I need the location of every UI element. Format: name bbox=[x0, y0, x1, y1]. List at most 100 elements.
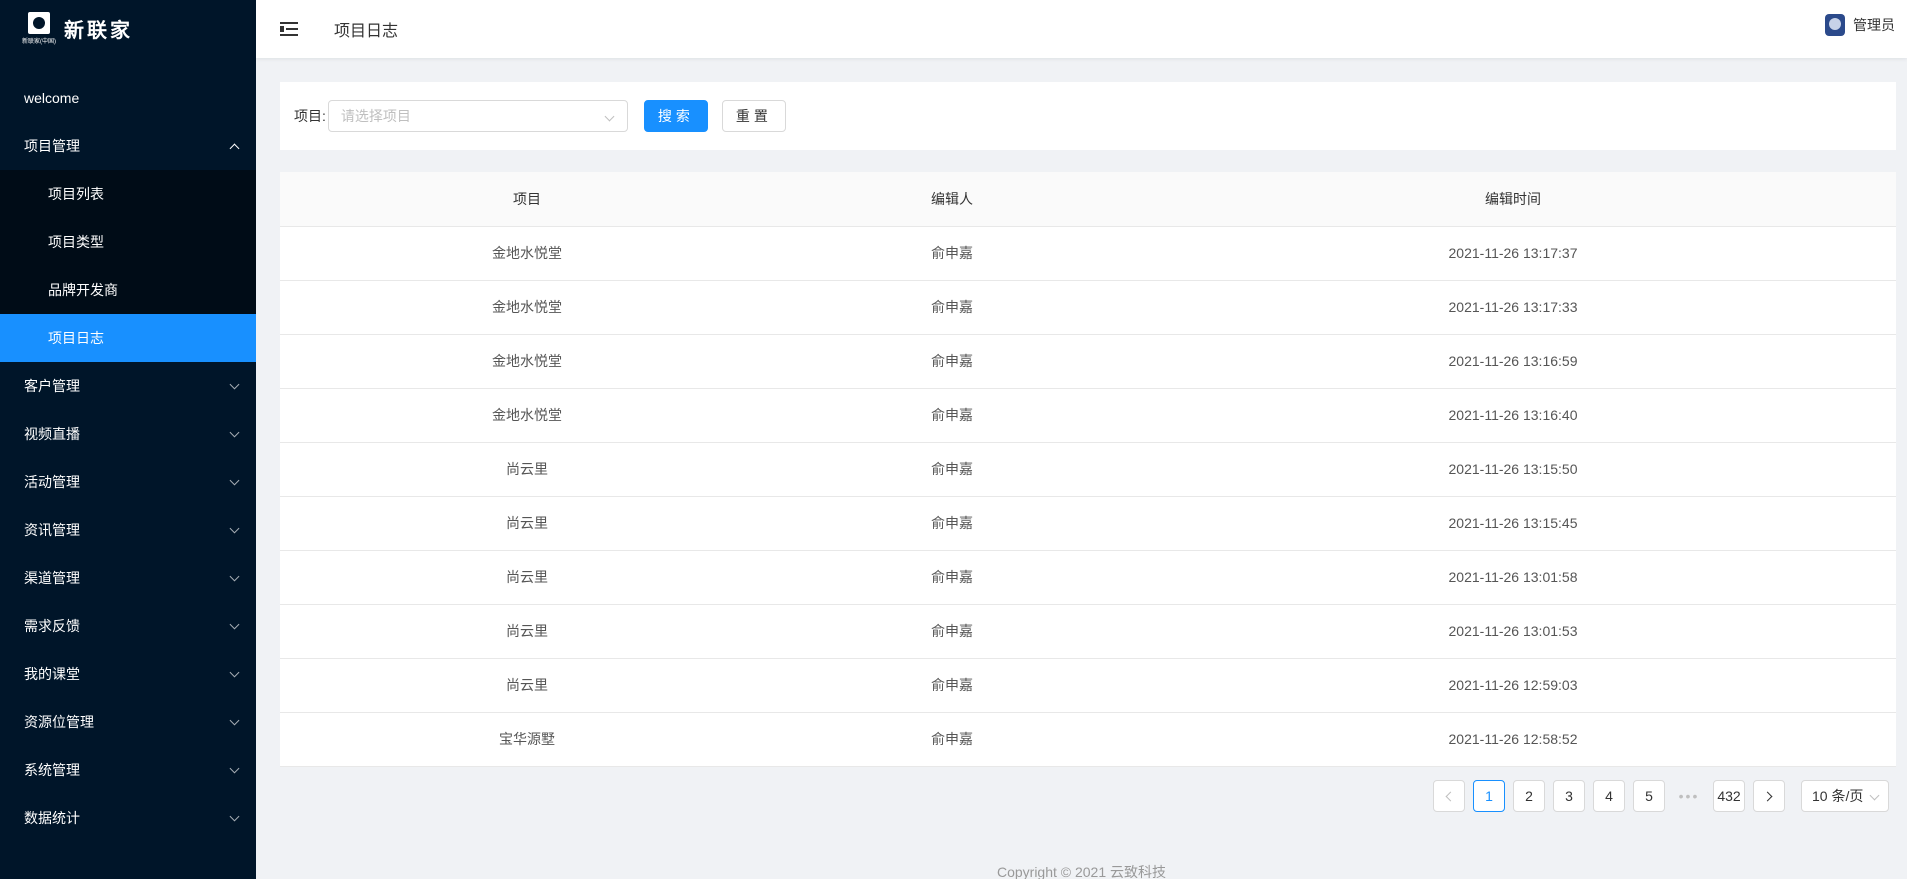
sidebar-item-3[interactable]: 视频直播 bbox=[0, 410, 256, 458]
cell-edit-time: 2021-11-26 13:15:50 bbox=[1130, 442, 1896, 497]
cell-project: 金地水悦堂 bbox=[280, 388, 774, 443]
chevron-down-icon bbox=[229, 811, 240, 821]
sidebar-item-label: 资源位管理 bbox=[24, 714, 94, 730]
next-page-button[interactable] bbox=[1753, 780, 1785, 812]
submenu-item-0[interactable]: 项目列表 bbox=[0, 170, 256, 218]
sidebar-item-2[interactable]: 客户管理 bbox=[0, 362, 256, 410]
cell-edit-time: 2021-11-26 13:01:53 bbox=[1130, 604, 1896, 659]
search-panel: 项目: 请选择项目 搜索 重置 bbox=[280, 82, 1896, 150]
sidebar-item-label: 资讯管理 bbox=[24, 522, 80, 538]
sidebar-item-label: 客户管理 bbox=[24, 378, 80, 394]
table-row: 宝华源墅 俞申嘉 2021-11-26 12:58:52 bbox=[280, 712, 1896, 767]
cell-project: 金地水悦堂 bbox=[280, 334, 774, 389]
cell-edit-time: 2021-11-26 13:16:59 bbox=[1130, 334, 1896, 389]
pagination: 1 2 3 4 5 ••• 432 10 条/页 bbox=[1425, 780, 1889, 812]
chevron-right-icon bbox=[1762, 791, 1773, 801]
submenu-item-label: 项目日志 bbox=[48, 330, 104, 346]
cell-project: 尚云里 bbox=[280, 442, 774, 497]
user-menu[interactable]: 管理员 bbox=[1825, 14, 1895, 36]
sidebar-item-7[interactable]: 需求反馈 bbox=[0, 602, 256, 650]
cell-editor: 俞申嘉 bbox=[774, 712, 1130, 767]
cell-edit-time: 2021-11-26 12:59:03 bbox=[1130, 658, 1896, 713]
column-header-editor: 编辑人 bbox=[774, 172, 1130, 227]
sidebar-item-0[interactable]: welcome bbox=[0, 74, 256, 122]
chevron-down-icon bbox=[229, 427, 240, 437]
sidebar-item-11[interactable]: 数据统计 bbox=[0, 794, 256, 842]
cell-project: 金地水悦堂 bbox=[280, 226, 774, 281]
chevron-down-icon bbox=[229, 571, 240, 581]
page-button-2[interactable]: 2 bbox=[1513, 780, 1545, 812]
prev-page-button[interactable] bbox=[1433, 780, 1465, 812]
cell-editor: 俞申嘉 bbox=[774, 226, 1130, 281]
sidebar-item-8[interactable]: 我的课堂 bbox=[0, 650, 256, 698]
cell-edit-time: 2021-11-26 13:01:58 bbox=[1130, 550, 1896, 605]
cell-editor: 俞申嘉 bbox=[774, 442, 1130, 497]
submenu-item-1[interactable]: 项目类型 bbox=[0, 218, 256, 266]
table-row: 金地水悦堂 俞申嘉 2021-11-26 13:17:37 bbox=[280, 226, 1896, 281]
chevron-left-icon bbox=[1445, 791, 1456, 801]
chevron-up-icon bbox=[229, 143, 240, 153]
search-button[interactable]: 搜索 bbox=[643, 100, 708, 132]
chevron-down-icon bbox=[229, 379, 240, 389]
page-button-5[interactable]: 5 bbox=[1633, 780, 1665, 812]
cell-project: 尚云里 bbox=[280, 658, 774, 713]
side-menu: welcome 项目管理项目列表项目类型品牌开发商项目日志客户管理视频直播活动管理… bbox=[0, 74, 256, 842]
sidebar-item-label: 数据统计 bbox=[24, 810, 80, 826]
chevron-down-icon bbox=[604, 111, 615, 122]
page-button-3[interactable]: 3 bbox=[1553, 780, 1585, 812]
sidebar-item-4[interactable]: 活动管理 bbox=[0, 458, 256, 506]
page-title: 项目日志 bbox=[334, 23, 399, 40]
cell-editor: 俞申嘉 bbox=[774, 496, 1130, 551]
submenu: 项目列表项目类型品牌开发商项目日志 bbox=[0, 170, 256, 362]
ellipsis-icon[interactable]: ••• bbox=[1673, 780, 1705, 812]
submenu-item-label: 项目类型 bbox=[48, 234, 104, 250]
sidebar-item-label: 活动管理 bbox=[24, 474, 80, 490]
sidebar-item-10[interactable]: 系统管理 bbox=[0, 746, 256, 794]
footer-copyright: Copyright © 2021 云致科技 bbox=[996, 864, 1167, 879]
table-row: 金地水悦堂 俞申嘉 2021-11-26 13:16:59 bbox=[280, 334, 1896, 389]
sidebar-item-label: 系统管理 bbox=[24, 762, 80, 778]
sidebar-item-9[interactable]: 资源位管理 bbox=[0, 698, 256, 746]
sidebar-item-label: 项目管理 bbox=[24, 138, 80, 154]
cell-editor: 俞申嘉 bbox=[774, 550, 1130, 605]
page-size-select[interactable]: 10 条/页 bbox=[1801, 780, 1889, 812]
cell-edit-time: 2021-11-26 13:15:45 bbox=[1130, 496, 1896, 551]
table-row: 金地水悦堂 俞申嘉 2021-11-26 13:17:33 bbox=[280, 280, 1896, 335]
sidebar-item-6[interactable]: 渠道管理 bbox=[0, 554, 256, 602]
table-row: 尚云里 俞申嘉 2021-11-26 13:15:50 bbox=[280, 442, 1896, 497]
sidebar-item-1[interactable]: 项目管理 bbox=[0, 122, 256, 170]
user-name: 管理员 bbox=[1853, 17, 1895, 33]
cell-editor: 俞申嘉 bbox=[774, 388, 1130, 443]
logo[interactable]: 新联家(中国) 新联家 bbox=[0, 0, 256, 56]
page-button-1[interactable]: 1 bbox=[1473, 780, 1505, 812]
menu-fold-icon[interactable] bbox=[280, 21, 300, 37]
chevron-down-icon bbox=[1869, 790, 1880, 801]
brand-sub: 新联家(中国) bbox=[22, 38, 56, 45]
chevron-down-icon bbox=[229, 619, 240, 629]
project-select[interactable]: 请选择项目 bbox=[327, 100, 628, 132]
page-button-last[interactable]: 432 bbox=[1713, 780, 1745, 812]
sidebar: 新联家(中国) 新联家 welcome 项目管理项目列表项目类型品牌开发商项目日志… bbox=[0, 0, 256, 879]
sidebar-item-label: 视频直播 bbox=[24, 426, 80, 442]
cell-edit-time: 2021-11-26 12:58:52 bbox=[1130, 712, 1896, 767]
sidebar-item-label: 需求反馈 bbox=[24, 618, 80, 634]
chevron-down-icon bbox=[229, 523, 240, 533]
header: 项目日志 管理员 bbox=[256, 0, 1907, 58]
cell-edit-time: 2021-11-26 13:17:37 bbox=[1130, 226, 1896, 281]
reset-button[interactable]: 重置 bbox=[721, 100, 786, 132]
submenu-item-label: 品牌开发商 bbox=[48, 282, 118, 298]
brand-logo-icon: 新联家(中国) bbox=[22, 8, 56, 48]
cell-editor: 俞申嘉 bbox=[774, 658, 1130, 713]
cell-project: 尚云里 bbox=[280, 496, 774, 551]
cell-project: 尚云里 bbox=[280, 604, 774, 659]
page-button-4[interactable]: 4 bbox=[1593, 780, 1625, 812]
sidebar-item-label: 渠道管理 bbox=[24, 570, 80, 586]
submenu-item-3[interactable]: 项目日志 bbox=[0, 314, 256, 362]
submenu-item-2[interactable]: 品牌开发商 bbox=[0, 266, 256, 314]
sidebar-item-5[interactable]: 资讯管理 bbox=[0, 506, 256, 554]
brand-name: 新联家 bbox=[64, 19, 133, 42]
project-filter-label: 项目: bbox=[294, 108, 326, 124]
table-row: 尚云里 俞申嘉 2021-11-26 13:01:53 bbox=[280, 604, 1896, 659]
cell-edit-time: 2021-11-26 13:16:40 bbox=[1130, 388, 1896, 443]
table-row: 尚云里 俞申嘉 2021-11-26 13:01:58 bbox=[280, 550, 1896, 605]
